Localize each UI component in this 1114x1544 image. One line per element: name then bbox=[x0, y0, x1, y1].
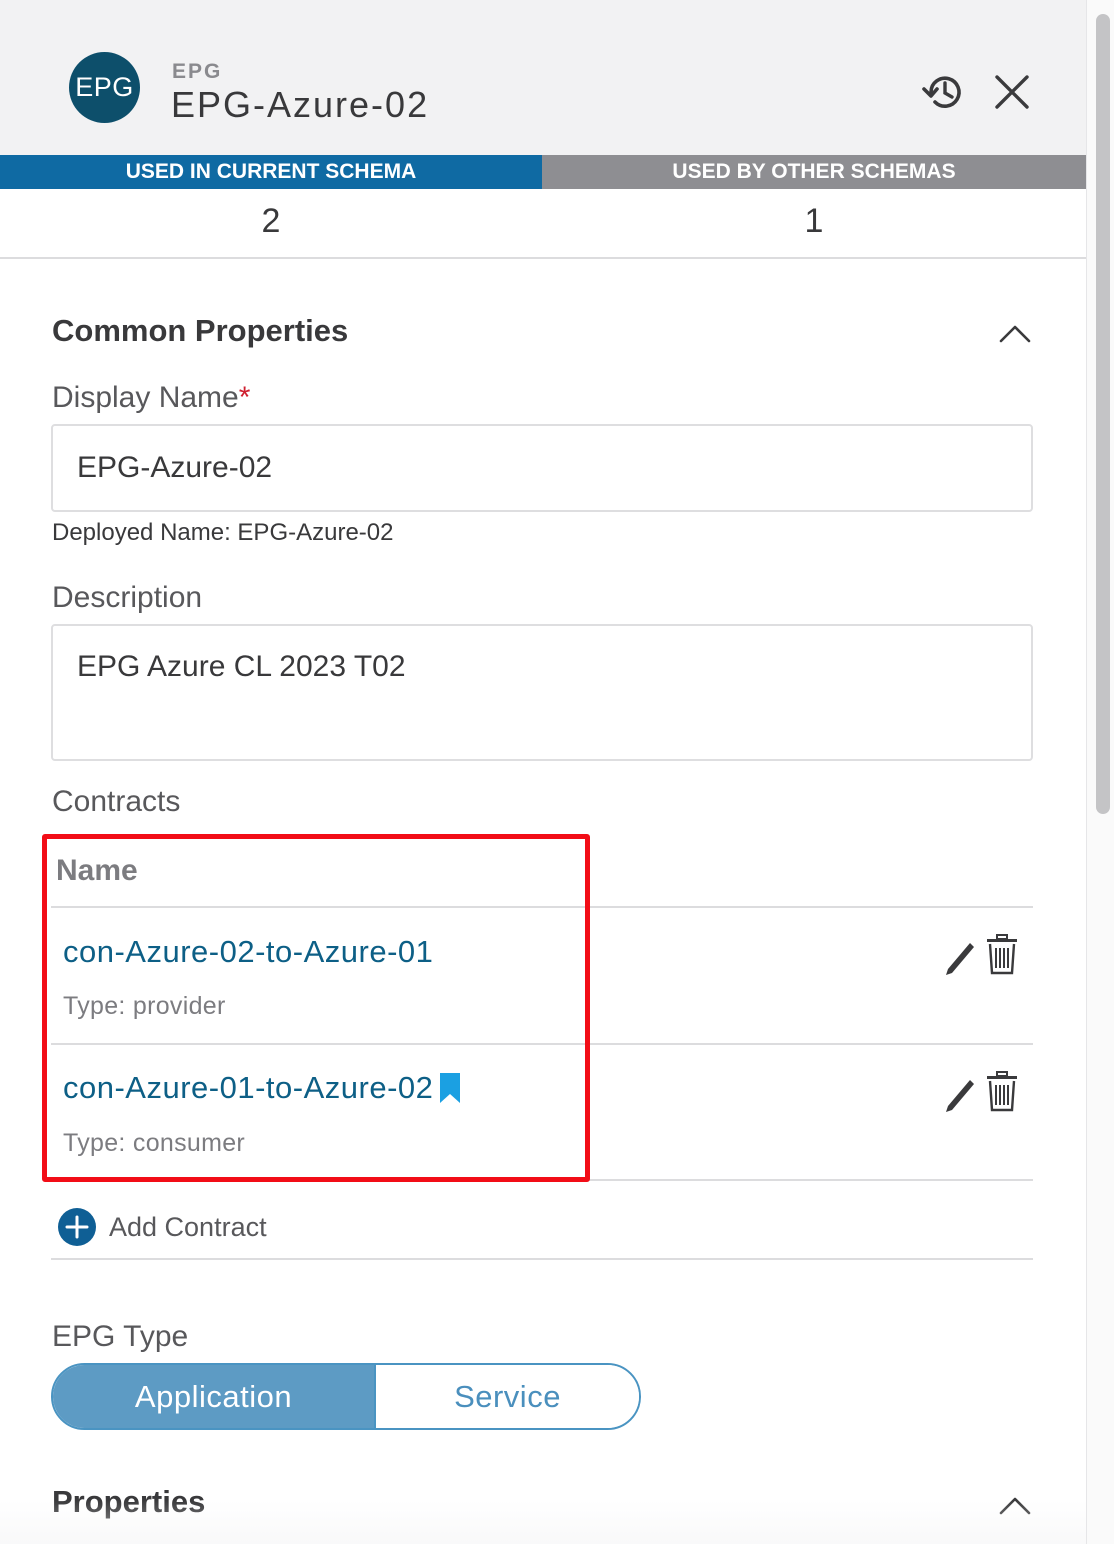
required-mark: * bbox=[238, 381, 251, 414]
plus-circle-icon[interactable] bbox=[57, 1207, 97, 1247]
edit-pencil-icon[interactable] bbox=[942, 1072, 978, 1114]
highlight-annotation-box bbox=[42, 834, 590, 1182]
tab-used-in-current-schema[interactable]: USED IN CURRENT SCHEMA bbox=[0, 155, 542, 189]
edit-pencil-icon[interactable] bbox=[942, 935, 978, 977]
section-title-common-properties: Common Properties bbox=[52, 313, 349, 348]
contracts-label: Contracts bbox=[52, 785, 181, 818]
divider bbox=[51, 1258, 1033, 1260]
epg-avatar: EPG bbox=[69, 52, 140, 123]
scrollbar-thumb[interactable] bbox=[1096, 14, 1110, 814]
other-schemas-count: 1 bbox=[804, 201, 824, 240]
add-contract-button[interactable]: Add Contract bbox=[57, 1207, 267, 1247]
close-icon[interactable] bbox=[990, 70, 1034, 114]
add-contract-label[interactable]: Add Contract bbox=[109, 1212, 267, 1243]
page-title: EPG-Azure-02 bbox=[171, 84, 430, 125]
display-name-field[interactable]: EPG-Azure-02 bbox=[51, 424, 1033, 512]
history-icon[interactable] bbox=[922, 70, 966, 114]
epg-type-toggle: Application Service bbox=[51, 1363, 641, 1430]
chevron-up-icon[interactable] bbox=[998, 322, 1032, 344]
epg-type-application-option[interactable]: Application bbox=[53, 1365, 374, 1428]
object-type-label: EPG bbox=[172, 60, 223, 83]
bottom-fade bbox=[0, 1500, 1086, 1544]
panel-header: EPG EPG EPG-Azure-02 bbox=[0, 0, 1086, 155]
deployed-name-text: Deployed Name: EPG-Azure-02 bbox=[52, 519, 394, 546]
display-name-label: Display Name* bbox=[52, 381, 251, 414]
divider bbox=[0, 257, 1086, 259]
epg-type-service-option[interactable]: Service bbox=[374, 1365, 639, 1428]
current-schema-count: 2 bbox=[261, 201, 281, 240]
epg-type-label: EPG Type bbox=[52, 1320, 189, 1353]
description-label: Description bbox=[52, 581, 203, 614]
trash-icon[interactable] bbox=[984, 933, 1020, 975]
tab-used-by-other-schemas[interactable]: USED BY OTHER SCHEMAS bbox=[542, 155, 1086, 189]
description-field[interactable]: EPG Azure CL 2023 T02 bbox=[51, 624, 1033, 761]
trash-icon[interactable] bbox=[984, 1070, 1020, 1112]
